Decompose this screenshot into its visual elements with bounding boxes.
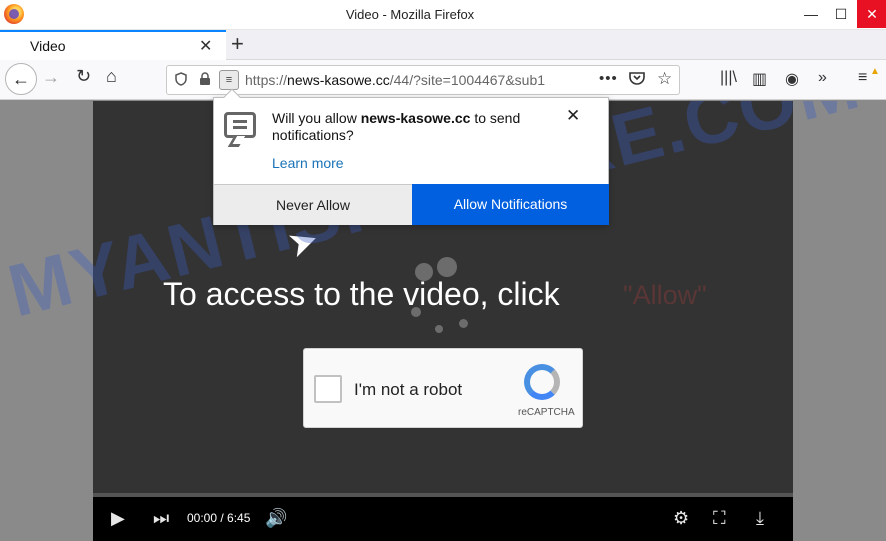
captcha-checkbox[interactable]: [314, 375, 342, 403]
minimize-button[interactable]: —: [796, 0, 826, 28]
tab-video[interactable]: Video ✕: [0, 30, 226, 60]
close-window-button[interactable]: ✕: [857, 0, 886, 28]
popup-close-icon[interactable]: ✕: [566, 106, 580, 126]
maximize-button[interactable]: ☐: [826, 0, 856, 28]
tab-title: Video: [30, 38, 66, 54]
headline-allow-text: "Allow": [623, 280, 707, 310]
home-icon[interactable]: ⌂: [106, 66, 117, 87]
close-tab-icon[interactable]: ✕: [199, 36, 212, 56]
loading-spinner-dot: [459, 319, 468, 328]
lock-icon[interactable]: [199, 72, 211, 89]
notification-permission-popup: Will you allow news-kasowe.cc to send no…: [213, 88, 609, 225]
loading-spinner-dot: [437, 257, 457, 277]
learn-more-link[interactable]: Learn more: [272, 155, 344, 171]
tracking-shield-icon[interactable]: [175, 72, 187, 89]
notification-chat-icon: [224, 112, 256, 138]
recaptcha-logo-icon: [524, 364, 560, 400]
popup-message: Will you allow news-kasowe.cc to send no…: [272, 110, 521, 143]
captcha-brand: reCAPTCHA: [518, 407, 575, 418]
navigation-toolbar: ← → ↻ ⌂ ≡ https://news-kasowe.cc/44/?sit…: [0, 60, 886, 100]
play-icon[interactable]: ▶: [111, 508, 125, 529]
library-icon[interactable]: |||\: [720, 69, 737, 87]
overflow-menu-icon[interactable]: »: [818, 69, 827, 87]
hamburger-menu-icon[interactable]: ≡: [858, 69, 867, 87]
page-actions-icon[interactable]: •••: [599, 70, 618, 87]
captcha-label: I'm not a robot: [354, 380, 463, 399]
pocket-icon[interactable]: [629, 71, 645, 88]
never-allow-button[interactable]: Never Allow: [214, 184, 412, 225]
fake-captcha-widget[interactable]: I'm not a robot reCAPTCHA: [303, 348, 583, 428]
download-icon[interactable]: ⤓: [756, 508, 764, 529]
video-time: 00:00 / 6:45: [187, 511, 251, 525]
video-controls: ▶ ⏭ 00:00 / 6:45 🔊 ⚙ ⛶ ⤓: [93, 497, 793, 541]
url-text[interactable]: https://news-kasowe.cc/44/?site=1004467&…: [245, 72, 571, 88]
volume-icon[interactable]: 🔊: [265, 508, 287, 529]
next-icon[interactable]: ⏭: [153, 508, 169, 529]
notification-permission-icon[interactable]: ≡: [219, 70, 239, 90]
bookmark-star-icon[interactable]: ☆: [657, 69, 672, 89]
back-button[interactable]: ←: [5, 63, 37, 95]
fullscreen-icon[interactable]: ⛶: [713, 508, 726, 529]
popup-message-host: news-kasowe.cc: [360, 110, 471, 126]
forward-icon[interactable]: →: [42, 67, 60, 88]
allow-notifications-button[interactable]: Allow Notifications: [412, 184, 609, 225]
loading-spinner-dot: [435, 325, 443, 333]
tab-strip: Video ✕ +: [0, 30, 886, 60]
update-warning-icon: ▲: [870, 66, 880, 77]
settings-icon[interactable]: ⚙: [673, 508, 689, 529]
sidebar-icon[interactable]: ▥: [752, 69, 767, 89]
url-bar[interactable]: ≡ https://news-kasowe.cc/44/?site=100446…: [166, 65, 680, 95]
new-tab-icon[interactable]: +: [231, 31, 244, 57]
account-icon[interactable]: ◉: [785, 69, 799, 89]
window-title: Video - Mozilla Firefox: [345, 7, 475, 22]
reload-icon[interactable]: ↻: [76, 66, 91, 87]
window-titlebar: Video - Mozilla Firefox — ☐ ✕: [0, 0, 886, 30]
